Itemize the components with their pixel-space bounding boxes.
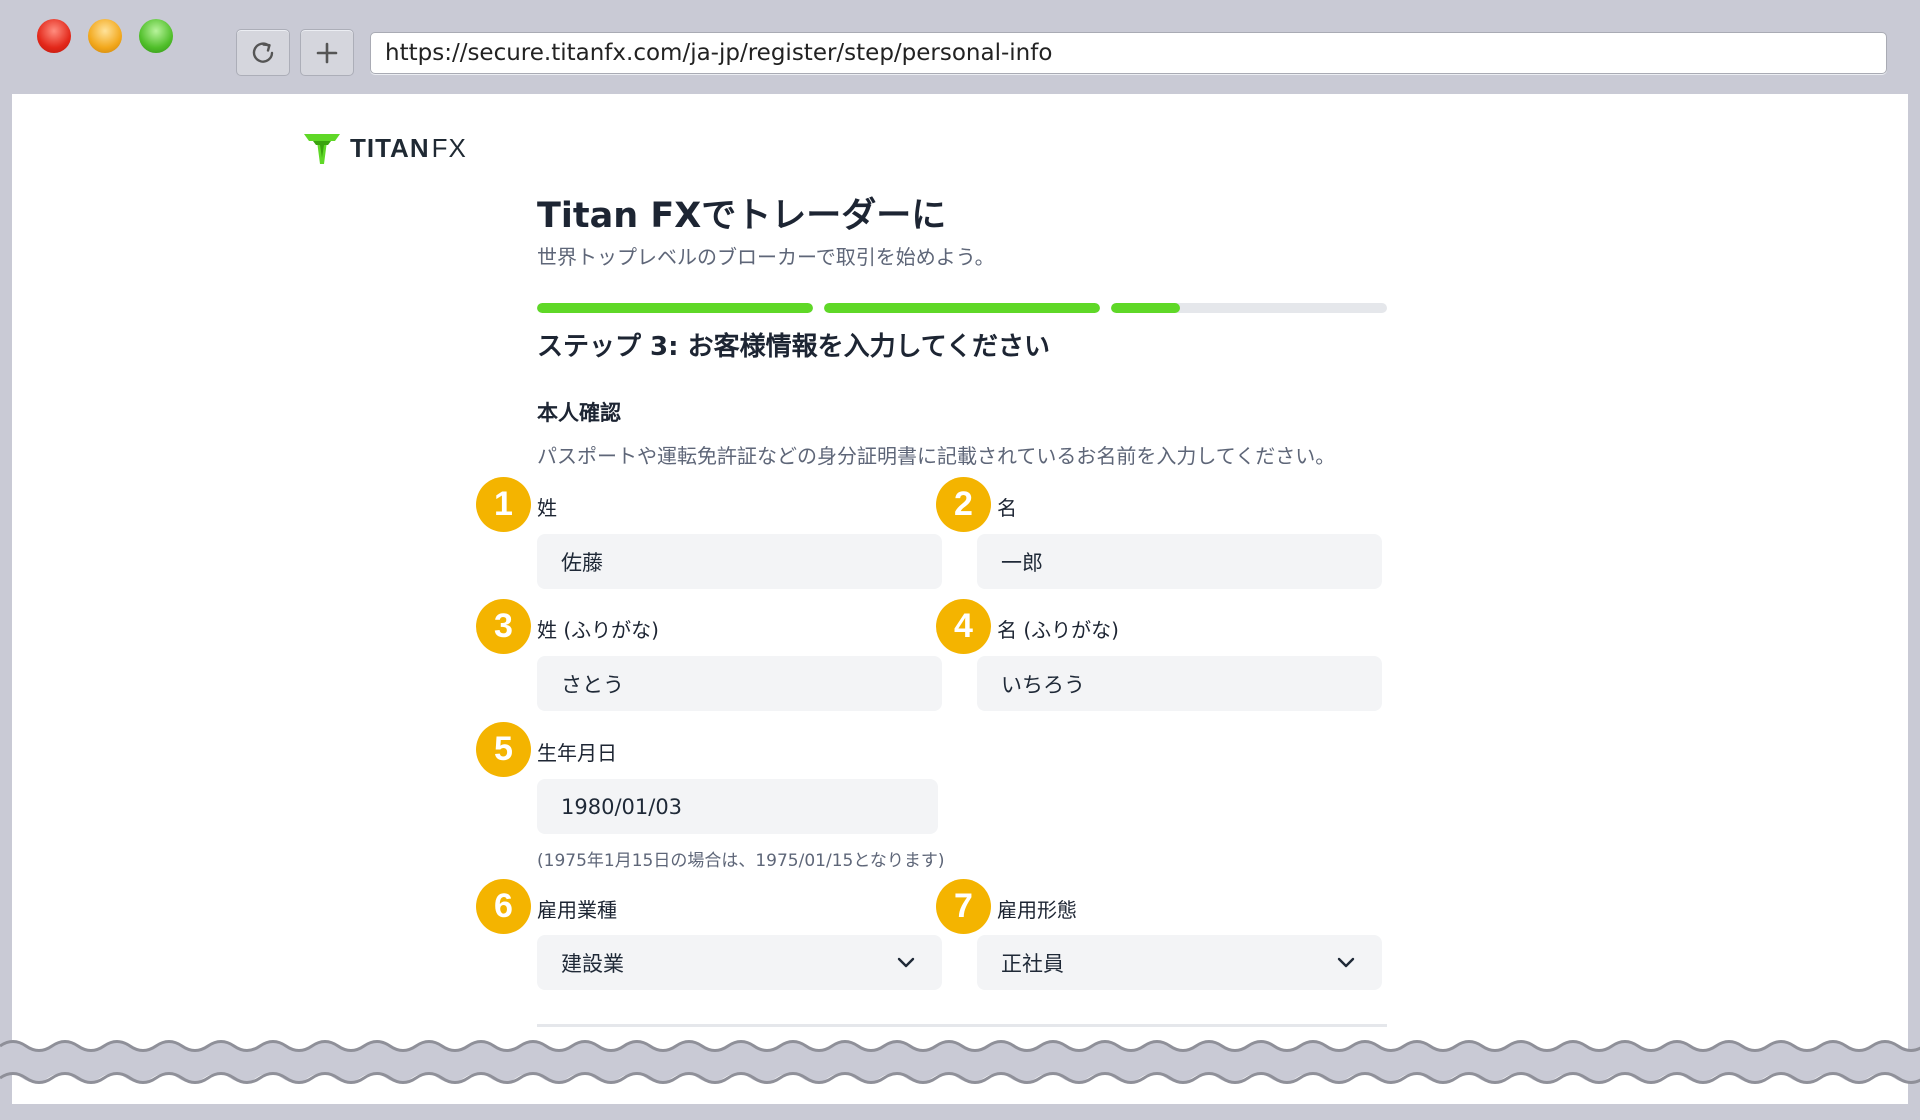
employment-value: 正社員 — [1001, 951, 1064, 976]
progress-segment-3 — [1111, 303, 1387, 313]
last-name-label: 姓 — [537, 496, 557, 520]
reload-button[interactable] — [236, 29, 290, 76]
first-name-kana-field[interactable]: いちろう — [977, 656, 1382, 711]
identity-heading: 本人確認 — [537, 401, 621, 425]
employment-select[interactable]: 正社員 — [977, 935, 1382, 990]
industry-value: 建設業 — [561, 951, 624, 976]
last-name-field[interactable]: 佐藤 — [537, 534, 942, 589]
first-name-label: 名 — [997, 496, 1017, 520]
close-window-button[interactable] — [37, 19, 71, 53]
step-title: ステップ 3: お客様情報を入力してください — [537, 332, 1051, 362]
first-name-value: 一郎 — [1001, 550, 1043, 575]
step-badge-3: 3 — [476, 599, 531, 654]
titan-fx-logo[interactable]: TITAN FX — [302, 127, 482, 169]
titan-shield-icon — [304, 134, 340, 164]
maximize-window-button[interactable] — [139, 19, 173, 53]
identity-note: パスポートや運転免許証などの身分証明書に記載されているお名前を入力してください。 — [537, 444, 1336, 468]
birthdate-hint: (1975年1月15日の場合は、1975/01/15となります) — [537, 851, 945, 871]
last-name-kana-label: 姓 (ふりがな) — [537, 618, 659, 642]
birthdate-field[interactable]: 1980/01/03 — [537, 779, 938, 834]
logo-text-titan: TITAN — [350, 132, 430, 163]
industry-label: 雇用業種 — [537, 898, 617, 922]
step-badge-2: 2 — [936, 477, 991, 532]
industry-select[interactable]: 建設業 — [537, 935, 942, 990]
chevron-down-icon — [1337, 957, 1355, 967]
birthdate-label: 生年月日 — [537, 741, 617, 765]
address-bar[interactable]: https://secure.titanfx.com/ja-jp/registe… — [370, 32, 1887, 74]
step-badge-4: 4 — [936, 599, 991, 654]
page-title: Titan FXでトレーダーに — [537, 196, 947, 236]
page-subtitle: 世界トップレベルのブローカーで取引を始めよう。 — [537, 245, 995, 269]
url-text: https://secure.titanfx.com/ja-jp/registe… — [385, 40, 1053, 66]
reload-icon — [252, 41, 274, 63]
step-badge-5: 5 — [476, 722, 531, 777]
first-name-kana-label: 名 (ふりがな) — [997, 618, 1119, 642]
employment-label: 雇用形態 — [997, 898, 1077, 922]
logo-wordmark: TITAN FX — [350, 133, 467, 164]
first-name-kana-value: いちろう — [1001, 672, 1085, 697]
chevron-down-icon — [897, 957, 915, 967]
step-badge-6: 6 — [476, 879, 531, 934]
progress-bar — [537, 303, 1387, 313]
last-name-kana-value: さとう — [561, 672, 624, 697]
logo-text-fx: FX — [431, 132, 467, 163]
last-name-value: 佐藤 — [561, 550, 603, 575]
progress-segment-2 — [824, 303, 1100, 313]
minimize-window-button[interactable] — [88, 19, 122, 53]
browser-window: https://secure.titanfx.com/ja-jp/registe… — [0, 0, 1920, 1120]
first-name-field[interactable]: 一郎 — [977, 534, 1382, 589]
step-badge-1: 1 — [476, 477, 531, 532]
plus-icon — [316, 42, 338, 63]
step-badge-7: 7 — [936, 879, 991, 934]
last-name-kana-field[interactable]: さとう — [537, 656, 942, 711]
new-tab-button[interactable] — [300, 29, 354, 76]
page-viewport: TITAN FX Titan FXでトレーダーに 世界トップレベルのブローカーで… — [12, 94, 1908, 1104]
birthdate-value: 1980/01/03 — [561, 794, 683, 819]
torn-edge-divider — [0, 1040, 1920, 1084]
progress-segment-1 — [537, 303, 813, 313]
